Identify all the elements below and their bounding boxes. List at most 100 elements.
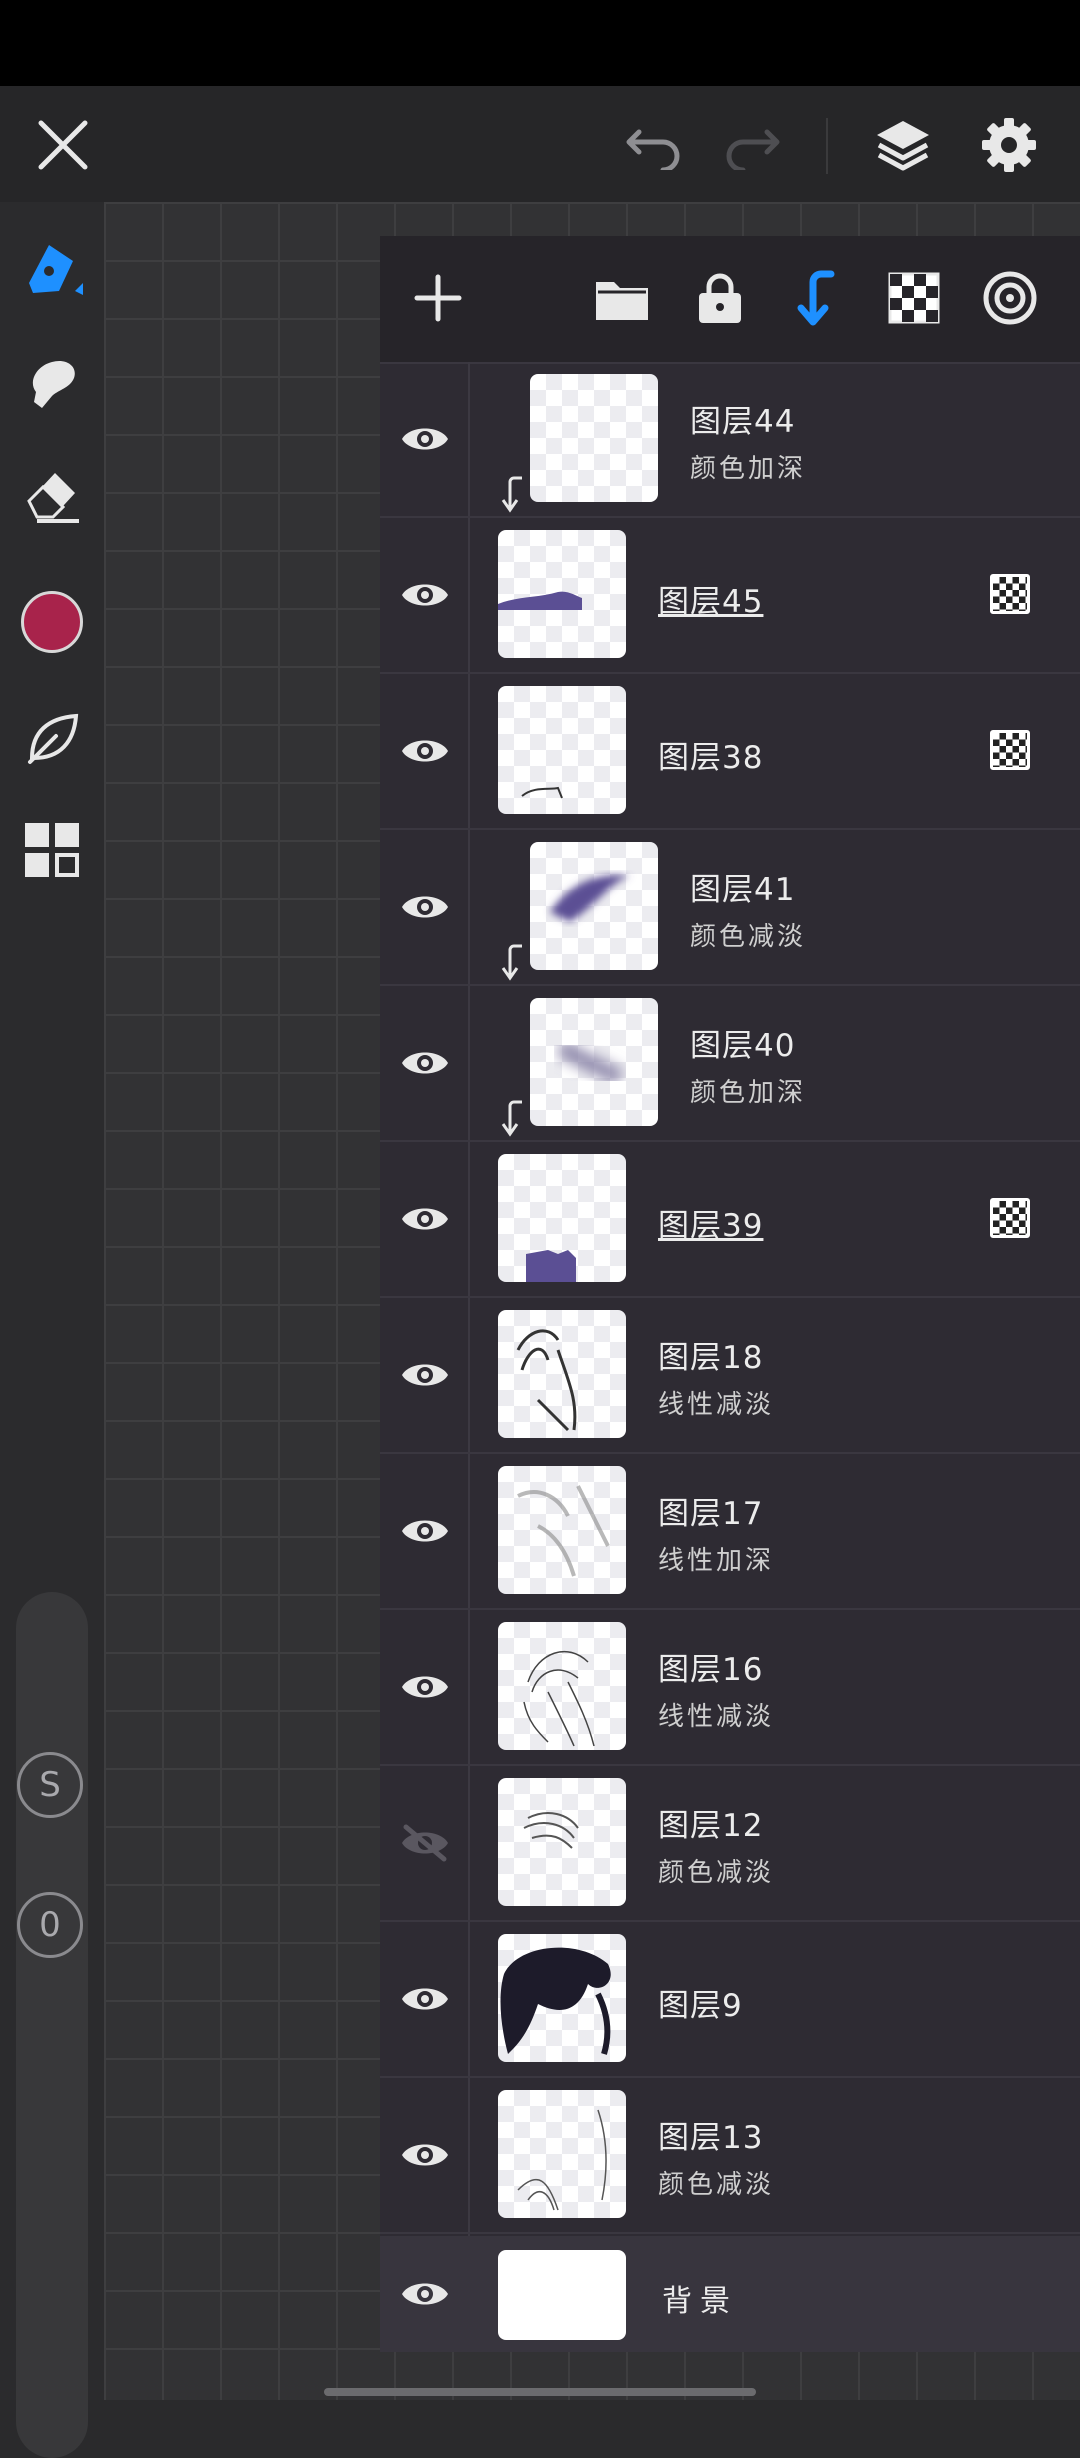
- layers-button[interactable]: [858, 100, 948, 190]
- reference-button[interactable]: [970, 258, 1050, 338]
- blend-mode-label: 颜色减淡: [658, 1858, 775, 1888]
- visibility-toggle[interactable]: [400, 1662, 450, 1712]
- layer-row[interactable]: 图层12 颜色减淡: [380, 1766, 1080, 1922]
- layer-name: 图层44: [690, 404, 796, 440]
- lock-icon: [699, 273, 741, 323]
- brush-tool[interactable]: [12, 228, 92, 308]
- layer-name: 图层12: [658, 1808, 764, 1844]
- visibility-toggle[interactable]: [400, 1194, 450, 1244]
- visibility-toggle[interactable]: [400, 1818, 450, 1868]
- redo-icon: [726, 129, 780, 170]
- undo-icon: [626, 129, 680, 170]
- grid-icon: [25, 823, 79, 877]
- layer-row[interactable]: 图层17 线性加深: [380, 1454, 1080, 1610]
- layer-name: 背景: [662, 2284, 738, 2319]
- layer-thumbnail: [530, 998, 658, 1126]
- status-bar: [0, 0, 1080, 86]
- alpha-lock-indicator-icon[interactable]: [990, 1198, 1030, 1238]
- layer-row[interactable]: 图层45: [380, 518, 1080, 674]
- color-picker[interactable]: [12, 582, 92, 662]
- undo-button[interactable]: [610, 100, 700, 190]
- layer-row[interactable]: 图层40 颜色加深: [380, 986, 1080, 1142]
- layer-thumbnail: [498, 530, 626, 658]
- eye-icon: [402, 428, 448, 450]
- settings-button[interactable]: [964, 100, 1054, 190]
- layer-row[interactable]: 图层41 颜色减淡: [380, 830, 1080, 986]
- leaf-icon: [28, 713, 79, 764]
- clipping-arrow-icon: [498, 942, 528, 982]
- add-layer-button[interactable]: [398, 258, 478, 338]
- layer-thumbnail: [498, 2250, 626, 2340]
- clipping-arrow-icon: [498, 474, 528, 514]
- visibility-toggle[interactable]: [400, 1350, 450, 1400]
- layer-thumbnail: [530, 842, 658, 970]
- layer-name: 图层16: [658, 1652, 764, 1688]
- layer-row[interactable]: 图层44 颜色加深: [380, 362, 1080, 518]
- layer-row[interactable]: 图层13 颜色减淡: [380, 2078, 1080, 2234]
- layer-thumbnail: [498, 686, 626, 814]
- blend-mode-label: 颜色减淡: [690, 922, 807, 952]
- smudge-icon: [32, 360, 75, 408]
- visibility-toggle[interactable]: [400, 570, 450, 620]
- layers-toolbar: [380, 236, 1080, 364]
- layer-thumbnail: [498, 1622, 626, 1750]
- eye-icon: [402, 896, 448, 918]
- layer-row-background[interactable]: 背景: [380, 2236, 1080, 2352]
- visibility-toggle[interactable]: [400, 414, 450, 464]
- alpha-lock-indicator-icon[interactable]: [990, 574, 1030, 614]
- layer-thumbnail: [530, 374, 658, 502]
- layer-row[interactable]: 图层16 线性减淡: [380, 1610, 1080, 1766]
- smudge-tool[interactable]: [12, 342, 92, 422]
- blend-mode-label: 颜色加深: [690, 454, 807, 484]
- layer-name: 图层39: [658, 1208, 764, 1244]
- visibility-toggle[interactable]: [400, 1974, 450, 2024]
- folder-icon: [596, 282, 648, 320]
- alpha-lock-button[interactable]: [874, 258, 954, 338]
- opacity-badge[interactable]: 0: [17, 1892, 83, 1958]
- target-icon: [983, 271, 1037, 325]
- close-icon: [38, 120, 88, 170]
- visibility-toggle[interactable]: [400, 2269, 450, 2319]
- checker-icon: [888, 272, 940, 324]
- badge-0-label: 0: [39, 1905, 61, 1945]
- brush-size-slider[interactable]: [16, 1592, 88, 2458]
- layer-name: 图层41: [690, 872, 796, 908]
- eraser-icon: [27, 473, 79, 523]
- clipping-arrow-icon: [498, 1098, 528, 1138]
- adjustments-tool[interactable]: [12, 698, 92, 778]
- eye-icon: [402, 1520, 448, 1542]
- layer-row[interactable]: 图层18 线性减淡: [380, 1298, 1080, 1454]
- symmetry-badge[interactable]: S: [17, 1752, 83, 1818]
- eye-hidden-icon: [402, 1824, 448, 1862]
- top-bar: [0, 86, 1080, 202]
- folder-button[interactable]: [582, 258, 662, 338]
- visibility-toggle[interactable]: [400, 1506, 450, 1556]
- layer-row[interactable]: 图层38: [380, 674, 1080, 830]
- left-toolbar: S 0: [0, 202, 104, 2458]
- visibility-toggle[interactable]: [400, 2130, 450, 2180]
- close-button[interactable]: [18, 100, 108, 190]
- eye-icon: [402, 1988, 448, 2010]
- layers-icon: [877, 121, 929, 171]
- visibility-toggle[interactable]: [400, 726, 450, 776]
- layer-thumbnail: [498, 2090, 626, 2218]
- eraser-tool[interactable]: [12, 454, 92, 534]
- lock-button[interactable]: [680, 258, 760, 338]
- eye-icon: [402, 1052, 448, 1074]
- settings-icon: [982, 118, 1036, 172]
- visibility-toggle[interactable]: [400, 1038, 450, 1088]
- gallery-tool[interactable]: [12, 810, 92, 890]
- eye-icon: [402, 2144, 448, 2166]
- layer-row[interactable]: 图层9: [380, 1922, 1080, 2078]
- layer-row[interactable]: 图层39: [380, 1142, 1080, 1298]
- layer-name: 图层13: [658, 2120, 764, 2156]
- alpha-lock-indicator-icon[interactable]: [990, 730, 1030, 770]
- redo-button[interactable]: [706, 100, 796, 190]
- clip-down-button[interactable]: [776, 258, 856, 338]
- layer-name: 图层17: [658, 1496, 764, 1532]
- layer-name: 图层38: [658, 740, 764, 776]
- visibility-toggle[interactable]: [400, 882, 450, 932]
- blend-mode-label: 线性减淡: [658, 1702, 775, 1732]
- layer-name: 图层18: [658, 1340, 764, 1376]
- eye-icon: [402, 1208, 448, 1230]
